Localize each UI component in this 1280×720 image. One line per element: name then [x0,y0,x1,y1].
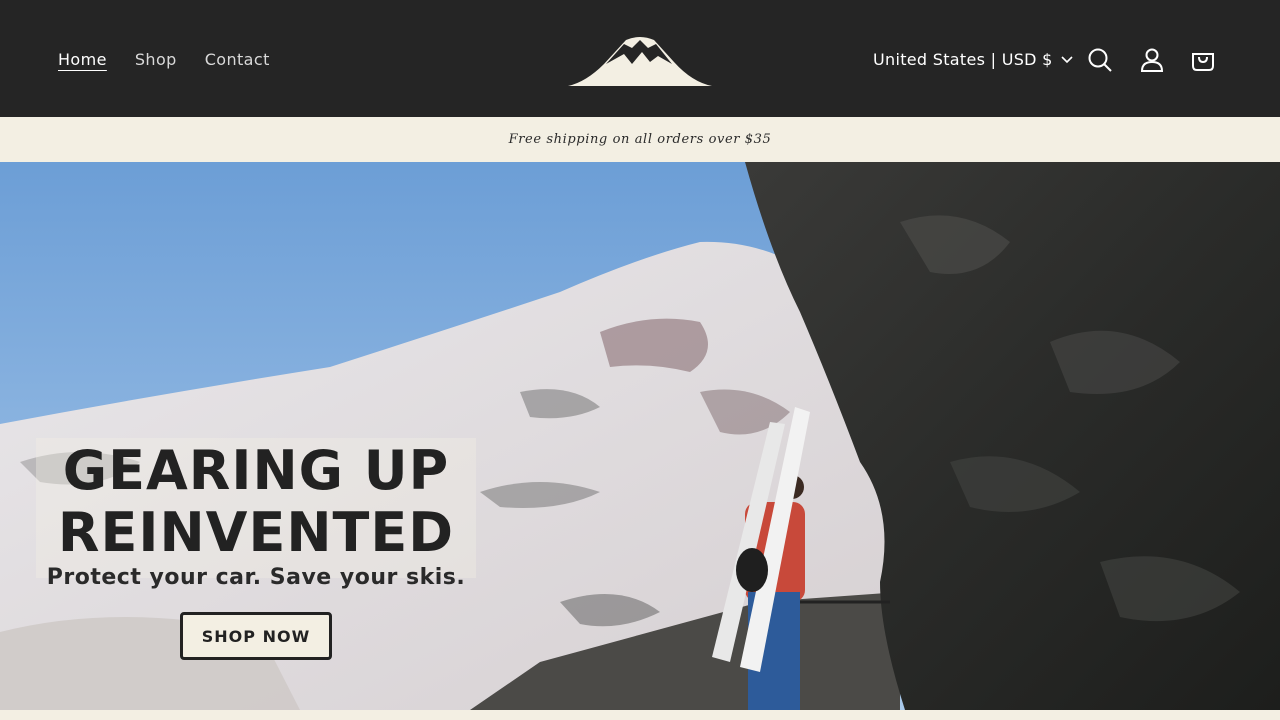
bottom-strip [0,710,1280,720]
hero-subtitle: Protect your car. Save your skis. [46,565,466,590]
hero-title-line-2: REINVENTED [57,501,455,564]
mountain-logo-icon[interactable] [566,34,714,88]
announcement-bar: Free shipping on all orders over $35 [0,117,1280,162]
chevron-down-icon [1061,55,1073,63]
search-icon[interactable] [1086,46,1114,74]
nav-contact-link[interactable]: Contact [205,50,270,69]
currency-label: United States | USD $ [873,50,1053,69]
nav-shop-link[interactable]: Shop [135,50,177,69]
hero-banner: GEARING UP REINVENTED Protect your car. … [0,162,1280,710]
hero-title-line-1: GEARING UP [62,439,450,502]
cart-icon[interactable] [1189,46,1217,74]
nav-home-link[interactable]: Home [58,50,107,69]
site-header: Home Shop Contact United States | USD $ [0,0,1280,117]
country-currency-selector[interactable]: United States | USD $ [873,50,1073,69]
main-nav: Home Shop Contact [58,50,270,69]
announcement-text: Free shipping on all orders over $35 [508,132,772,147]
shop-now-button[interactable]: SHOP NOW [180,612,332,660]
account-icon[interactable] [1138,46,1166,74]
